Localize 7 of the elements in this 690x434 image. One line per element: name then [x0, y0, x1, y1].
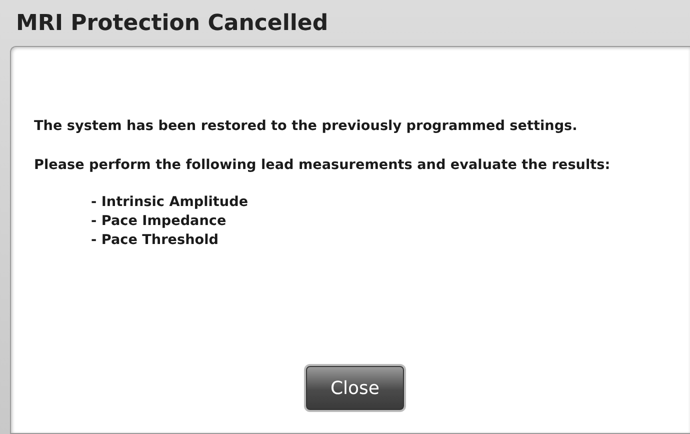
message-text: The system has been restored to the previously programmed settings. — [34, 117, 578, 136]
measurement-item: - Pace Impedance — [91, 212, 226, 231]
dialog-title: MRI Protection Cancelled — [15, 10, 330, 38]
measurement-item: - Pace Threshold — [91, 231, 219, 250]
instruction-text: Please perform the following lead measurements and evaluate the results: — [34, 156, 612, 175]
close-button[interactable]: Close — [306, 366, 404, 410]
measurement-item: - Intrinsic Amplitude — [91, 193, 248, 212]
